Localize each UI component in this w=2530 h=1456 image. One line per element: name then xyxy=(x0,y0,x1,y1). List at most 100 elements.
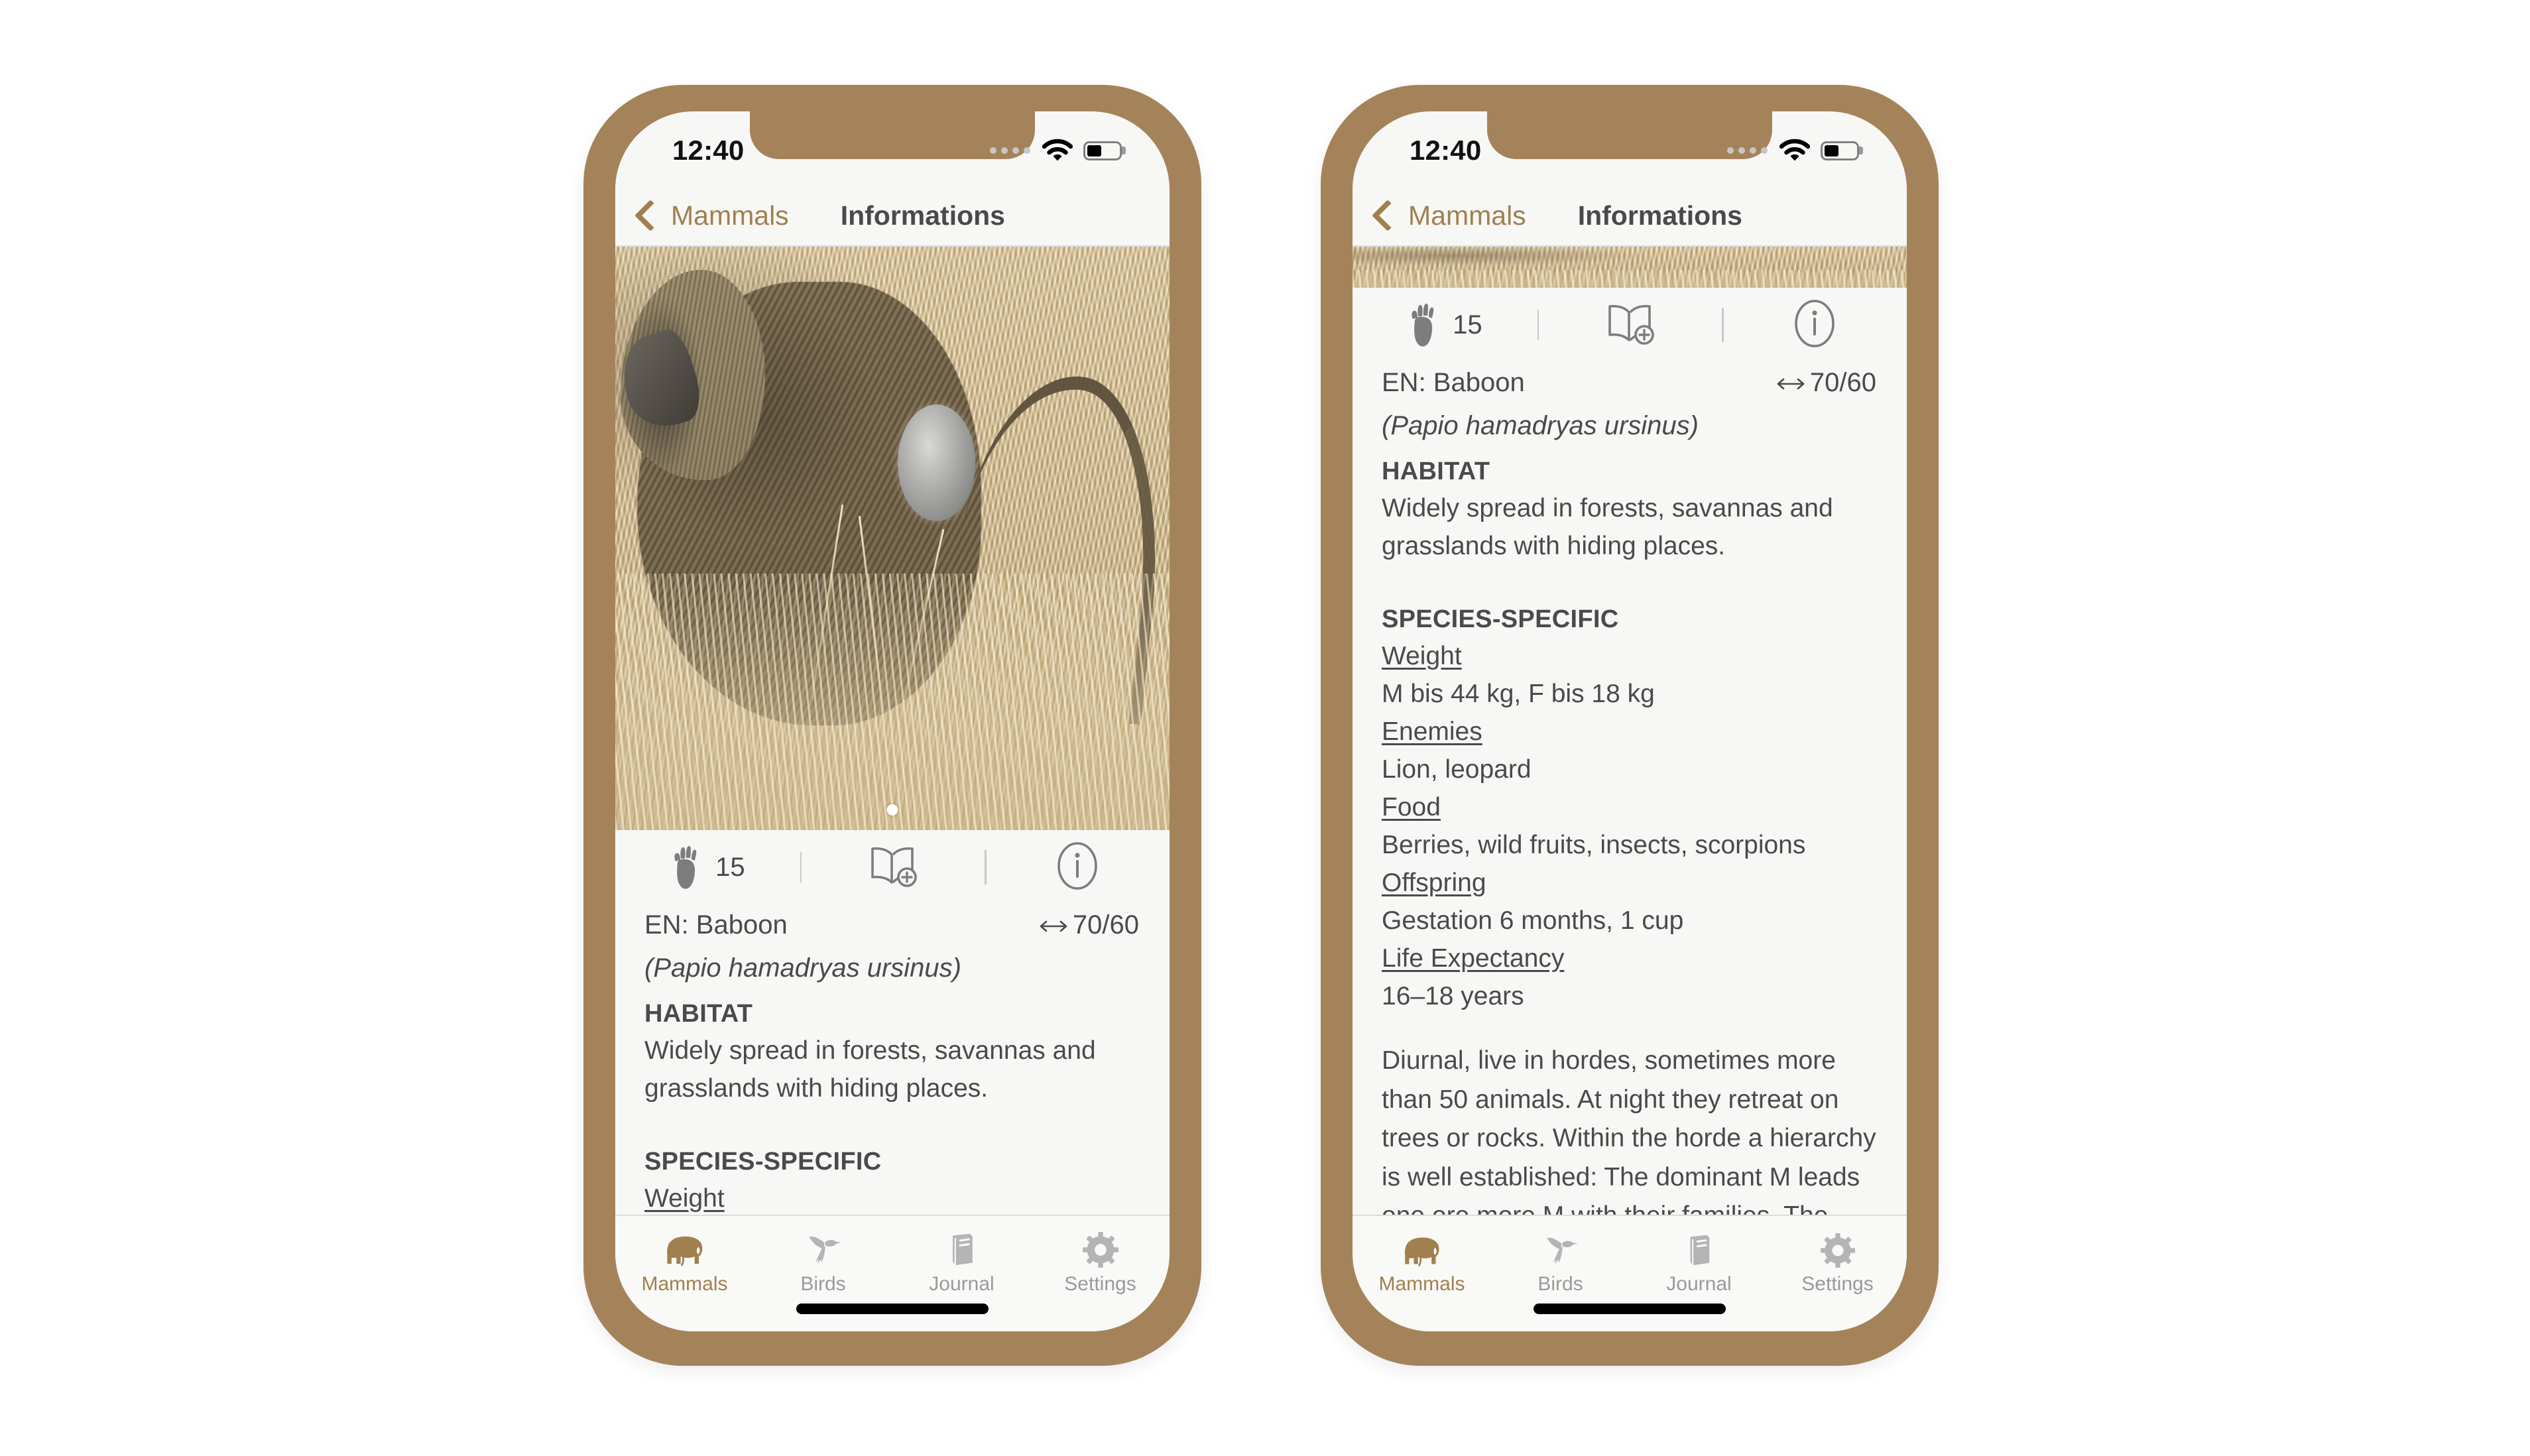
baboon-photo[interactable] xyxy=(615,247,1170,830)
attribute-value-enemies: Lion, leopard xyxy=(1382,755,1532,784)
habitat-heading: HABITAT xyxy=(644,1000,753,1028)
photo-foreground-grass xyxy=(1353,269,1907,288)
attribute-value-weight: M bis 44 kg, F bis 18 kg xyxy=(1382,680,1655,708)
sighting-counter-button[interactable]: 15 xyxy=(1353,302,1537,348)
tab-bar-right: Mammals Birds Journal Settings xyxy=(1353,1215,1907,1331)
tab-label-settings: Settings xyxy=(1801,1273,1874,1295)
species-summary-row: EN: Baboon 70/60 xyxy=(1353,362,1907,399)
info-circle-icon xyxy=(1794,298,1835,352)
phone-screen-left: 12:40 Mammals Informations 15 EN: Baboon… xyxy=(615,111,1170,1331)
baboon-rump-shape xyxy=(898,404,976,521)
info-circle-icon xyxy=(1057,841,1098,894)
species-description: Diurnal, live in hordes, sometimes more … xyxy=(1382,1046,1876,1215)
home-indicator[interactable] xyxy=(1534,1304,1726,1314)
species-specific-heading: SPECIES-SPECIFIC xyxy=(644,1147,882,1176)
gear-icon xyxy=(1082,1227,1118,1268)
phone-mockup-left: 12:40 Mammals Informations 15 EN: Baboon… xyxy=(583,85,1201,1366)
habitat-heading: HABITAT xyxy=(1382,457,1490,485)
chevron-left-icon xyxy=(1371,199,1404,232)
back-button[interactable]: Mammals xyxy=(634,199,789,232)
page-title: Informations xyxy=(840,200,1005,231)
species-specific-heading: SPECIES-SPECIFIC xyxy=(1382,605,1619,633)
arrows-horizontal-icon xyxy=(1038,908,1069,941)
info-button[interactable] xyxy=(1722,298,1907,352)
paw-print-icon xyxy=(1408,302,1438,348)
paw-print-icon xyxy=(670,844,701,890)
tab-label-journal: Journal xyxy=(929,1273,994,1295)
species-dimensions: 70/60 xyxy=(1776,366,1876,399)
sighting-count: 15 xyxy=(715,853,745,882)
elephant-icon xyxy=(663,1227,707,1268)
attribute-label-enemies: Enemies xyxy=(1382,717,1482,746)
signal-dots-icon xyxy=(1727,147,1768,154)
back-button-label: Mammals xyxy=(1408,200,1526,231)
battery-icon xyxy=(1083,141,1122,160)
status-clock: 12:40 xyxy=(672,135,745,166)
phone-screen-right: 12:40 Mammals Informations 15 EN: Baboon… xyxy=(1353,111,1907,1331)
species-details-right: HABITAT Widely spread in forests, savann… xyxy=(1353,444,1907,1215)
attribute-value-life-expectancy: 16–18 years xyxy=(1382,981,1524,1010)
species-details-left: HABITAT Widely spread in forests, savann… xyxy=(615,987,1170,1215)
book-icon xyxy=(946,1227,978,1268)
sighting-counter-button[interactable]: 15 xyxy=(615,844,800,890)
tab-bar-left: Mammals Birds Journal Settings xyxy=(615,1215,1170,1331)
hummingbird-icon xyxy=(1542,1227,1579,1268)
scroll-content-right[interactable]: 15 EN: Baboon 70/60 (Papio hamadryas urs… xyxy=(1353,247,1907,1215)
chevron-left-icon xyxy=(634,199,667,232)
tab-label-birds: Birds xyxy=(1537,1273,1583,1295)
action-row: 15 xyxy=(1353,288,1907,362)
gear-icon xyxy=(1820,1227,1855,1268)
baboon-photo-clipped[interactable] xyxy=(1353,247,1907,288)
status-bar: 12:40 xyxy=(1353,111,1907,186)
tab-mammals[interactable]: Mammals xyxy=(615,1227,754,1294)
tab-label-settings: Settings xyxy=(1064,1273,1136,1295)
phone-mockup-right: 12:40 Mammals Informations 15 EN: Baboon… xyxy=(1321,85,1939,1366)
attribute-label-life-expectancy: Life Expectancy xyxy=(1382,943,1565,973)
tab-mammals[interactable]: Mammals xyxy=(1353,1227,1491,1294)
tab-settings[interactable]: Settings xyxy=(1768,1227,1907,1294)
status-bar: 12:40 xyxy=(615,111,1170,186)
attribute-label-weight: Weight xyxy=(644,1184,725,1213)
sighting-count: 15 xyxy=(1453,310,1482,339)
tab-label-mammals: Mammals xyxy=(1378,1273,1465,1295)
page-indicator-dot[interactable] xyxy=(886,804,898,816)
tab-journal[interactable]: Journal xyxy=(892,1227,1031,1294)
book-add-icon xyxy=(867,844,918,891)
action-row: 15 xyxy=(615,830,1170,904)
tab-settings[interactable]: Settings xyxy=(1031,1227,1170,1294)
add-to-journal-button[interactable] xyxy=(800,844,985,891)
tab-birds[interactable]: Birds xyxy=(1491,1227,1630,1294)
add-to-journal-button[interactable] xyxy=(1537,302,1722,349)
battery-icon xyxy=(1821,141,1859,160)
species-en-name: EN: Baboon xyxy=(644,910,788,940)
habitat-text: Widely spread in forests, savannas and g… xyxy=(1382,494,1833,561)
navigation-bar: Mammals Informations xyxy=(1353,186,1907,247)
status-clock: 12:40 xyxy=(1410,135,1482,166)
screenshot-canvas: 12:40 Mammals Informations 15 EN: Baboon… xyxy=(0,0,2530,1456)
back-button[interactable]: Mammals xyxy=(1371,199,1526,232)
attribute-label-offspring: Offspring xyxy=(1382,868,1486,897)
species-en-name: EN: Baboon xyxy=(1382,368,1525,397)
tab-journal[interactable]: Journal xyxy=(1630,1227,1768,1294)
hummingbird-icon xyxy=(804,1227,843,1268)
page-title: Informations xyxy=(1577,200,1742,231)
tab-label-birds: Birds xyxy=(800,1273,846,1295)
info-button[interactable] xyxy=(985,841,1170,894)
status-indicators xyxy=(1727,137,1859,164)
status-indicators xyxy=(990,137,1122,164)
dimensions-value: 70/60 xyxy=(1809,368,1876,397)
navigation-bar: Mammals Informations xyxy=(615,186,1170,247)
wifi-icon xyxy=(1042,139,1073,162)
home-indicator[interactable] xyxy=(796,1304,989,1314)
photo-foreground-grass xyxy=(615,573,1170,830)
tab-label-journal: Journal xyxy=(1666,1273,1732,1295)
habitat-text: Widely spread in forests, savannas and g… xyxy=(644,1036,1096,1103)
species-latin-name: (Papio hamadryas ursinus) xyxy=(1382,411,1699,440)
attribute-value-offspring: Gestation 6 months, 1 cup xyxy=(1382,906,1684,935)
tab-label-mammals: Mammals xyxy=(641,1273,728,1295)
dimensions-value: 70/60 xyxy=(1072,910,1139,940)
arrows-horizontal-icon xyxy=(1776,366,1806,399)
tab-birds[interactable]: Birds xyxy=(754,1227,892,1294)
book-add-icon xyxy=(1604,302,1656,349)
scroll-content-left[interactable]: 15 EN: Baboon 70/60 (Papio hamadryas urs… xyxy=(615,247,1170,1215)
